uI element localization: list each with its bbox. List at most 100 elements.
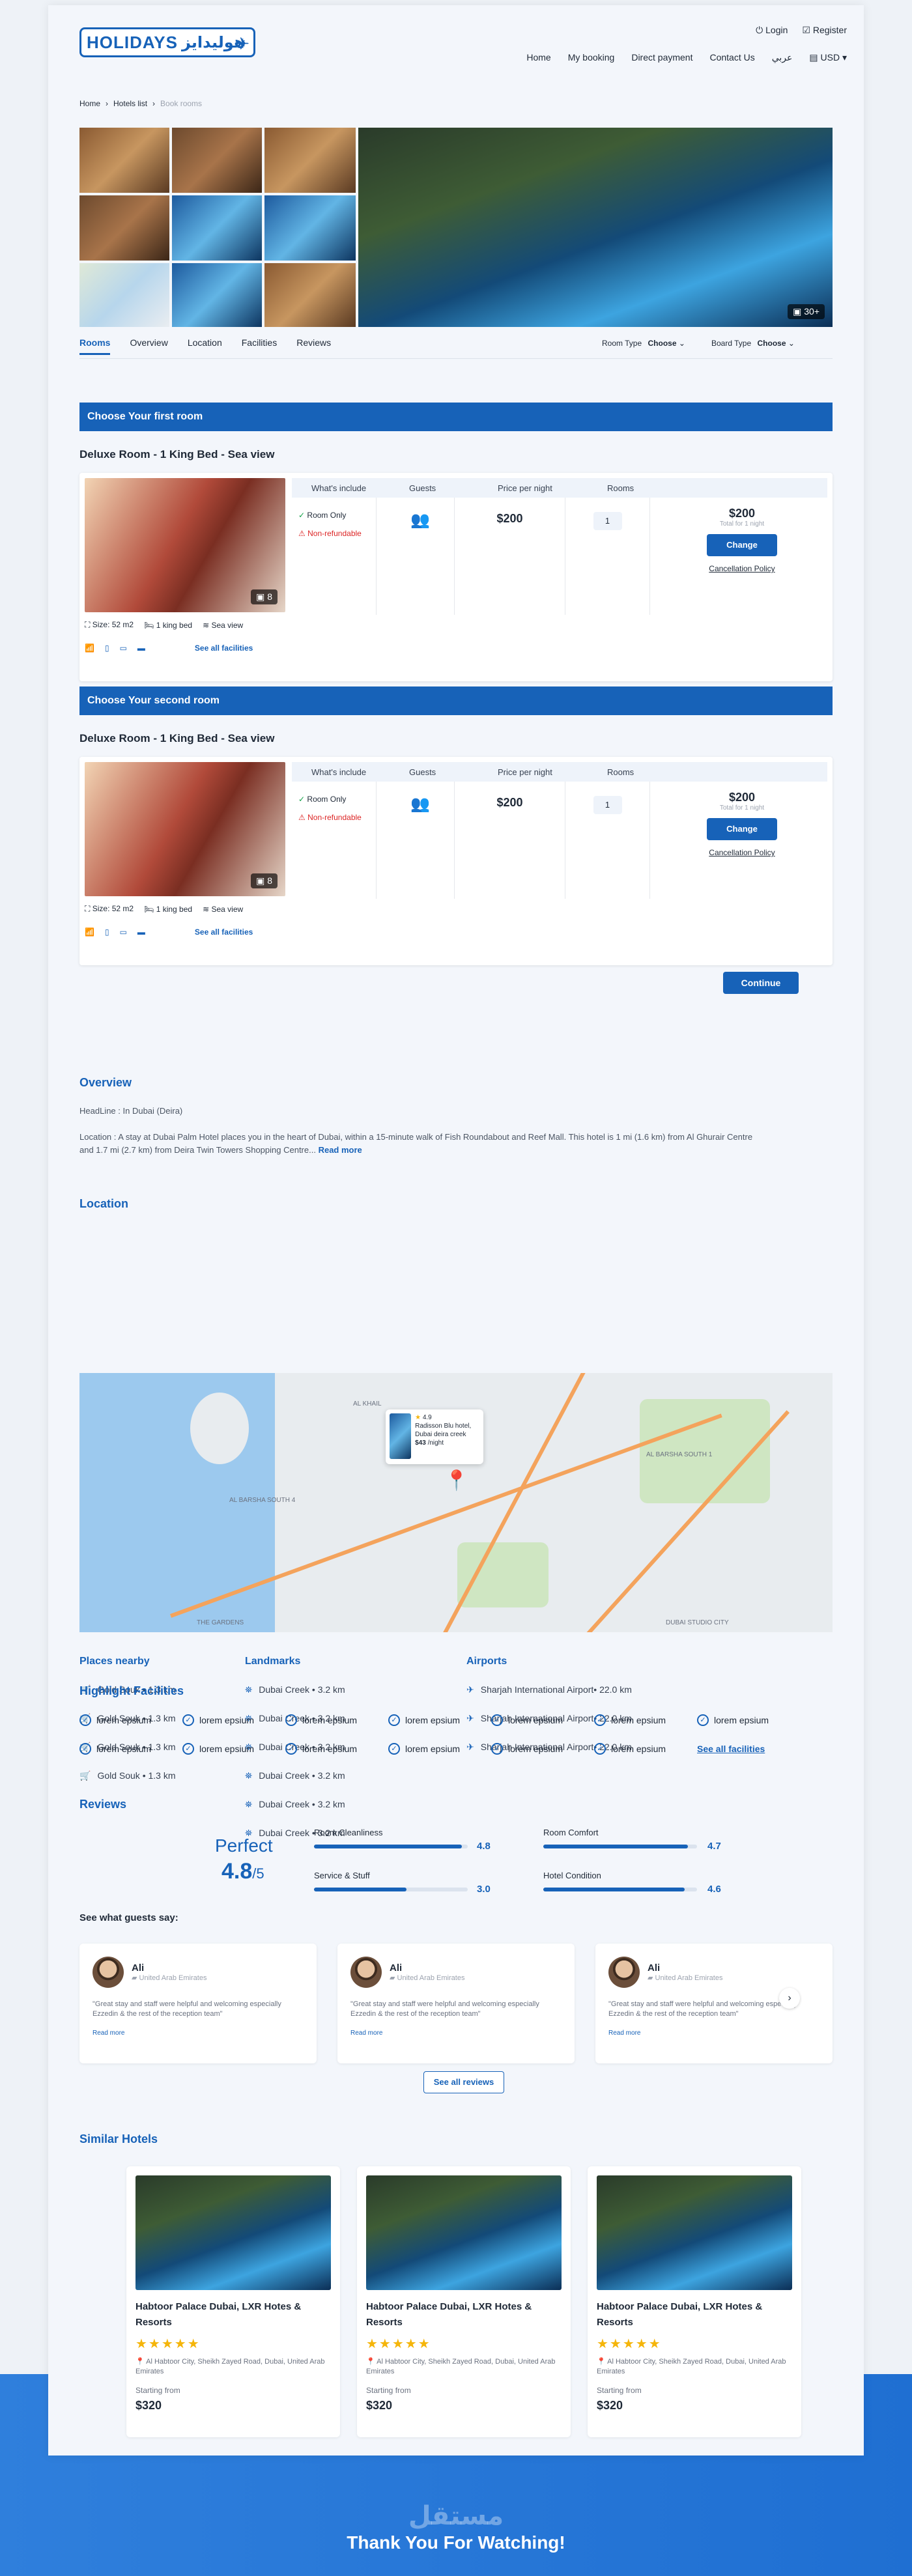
cancellation-policy-link[interactable]: Cancellation Policy [657, 564, 827, 573]
gallery-main-photo[interactable]: ▣ 30+ [358, 128, 833, 327]
login-link[interactable]: ⏻ Login [756, 25, 788, 36]
continue-button[interactable]: Continue [723, 972, 799, 994]
wifi-icon: 📶 [85, 927, 94, 937]
photo-count-badge[interactable]: ▣ 8 [251, 589, 278, 604]
tab-reviews[interactable]: Reviews [296, 337, 331, 355]
gallery-thumb[interactable] [264, 195, 356, 261]
carousel-next-button[interactable]: › [779, 1988, 800, 2009]
check-icon: ✓ [298, 511, 306, 520]
nav-contact[interactable]: Contact Us [709, 52, 754, 63]
gallery-thumb[interactable] [264, 128, 356, 193]
see-all-facilities-link[interactable]: See all facilities [195, 644, 253, 653]
map-pin-icon[interactable]: 📍 [444, 1469, 468, 1492]
gallery-thumb[interactable] [172, 263, 262, 327]
room-price: $200 [496, 512, 523, 525]
room-amenity-icons: 📶 ▯ ▭ ▬ See all facilities [85, 927, 253, 937]
breadcrumb-hotels[interactable]: Hotels list [113, 99, 147, 108]
location-pin-icon: 📍 [135, 2358, 145, 2366]
tab-overview[interactable]: Overview [130, 337, 167, 355]
read-more-link[interactable]: Read more [93, 2030, 304, 2037]
star-rating-icons: ★★★★★ [366, 2337, 431, 2351]
guests-cell: 👥 [377, 498, 455, 615]
logo[interactable]: HOLIDAYS هوليدايز ✈ [79, 27, 255, 57]
register-link[interactable]: ☑ Register [802, 25, 847, 36]
room-photo[interactable]: ▣ 8 [85, 762, 285, 896]
chevron-right-icon: › [106, 99, 109, 108]
rating-bar [543, 1888, 697, 1891]
rooms-qty-select[interactable]: 1 [593, 512, 622, 530]
change-button[interactable]: Change [707, 534, 777, 556]
room-features: ⛶ Size: 52 m2 🛏 1 king bed ≋ Sea view [85, 904, 244, 914]
avatar [350, 1957, 382, 1988]
room-photo[interactable]: ▣ 8 [85, 478, 285, 612]
breadcrumb-home[interactable]: Home [79, 99, 100, 108]
photo-count-badge[interactable]: ▣ 30+ [788, 304, 825, 319]
landmark-icon: ⛯ [245, 1684, 253, 1695]
map-hotel-popup[interactable]: ★ 4.9 Radisson Blu hotel, Dubai deira cr… [386, 1409, 483, 1464]
gallery-thumb[interactable] [79, 195, 169, 261]
page-tabs: Rooms Overview Location Facilities Revie… [79, 337, 331, 355]
gallery-thumb[interactable] [172, 195, 262, 261]
rooms-qty-cell: 1 [565, 782, 650, 899]
price-cell: $200 [455, 782, 565, 899]
see-all-reviews-button[interactable]: See all reviews [423, 2071, 504, 2093]
see-all-facilities-link[interactable]: See all facilities [195, 927, 253, 937]
check-circle-icon: ✓ [388, 1714, 400, 1726]
landmark-icon: ⛯ [245, 1770, 253, 1781]
currency-select[interactable]: ▤ USD ▾ [809, 52, 847, 63]
read-more-link[interactable]: Read more [350, 2030, 562, 2037]
gallery-thumb[interactable] [172, 128, 262, 193]
overview-text: Location : A stay at Dubai Palm Hotel pl… [79, 1132, 753, 1155]
nav-my-booking[interactable]: My booking [568, 52, 615, 63]
hotel-card[interactable]: Habtoor Palace Dubai, LXR Hotes & Resort… [588, 2166, 801, 2437]
images-icon: ▣ [256, 875, 268, 886]
total-cell: $200 Total for 1 night Change Cancellati… [657, 791, 827, 857]
photo-count-badge[interactable]: ▣ 8 [251, 873, 278, 888]
hotel-card[interactable]: Habtoor Palace Dubai, LXR Hotes & Resort… [126, 2166, 340, 2437]
room-section-header: Choose Your second room [79, 686, 833, 715]
tab-location[interactable]: Location [188, 337, 222, 355]
hotel-card[interactable]: Habtoor Palace Dubai, LXR Hotes & Resort… [357, 2166, 571, 2437]
nav-direct-payment[interactable]: Direct payment [631, 52, 692, 63]
board-type-filter[interactable]: Board Type Choose ⌄ [711, 339, 795, 348]
rating-score: 4.8/5 [221, 1859, 264, 1884]
nav-home[interactable]: Home [526, 52, 550, 63]
review-card: Ali ▰ United Arab Emirates "Great stay a… [337, 1944, 575, 2063]
tab-rooms[interactable]: Rooms [79, 337, 111, 355]
gallery-thumb[interactable] [264, 263, 356, 327]
facilities-title: Highlight Facilities [79, 1684, 184, 1697]
size-icon: ⛶ [85, 620, 93, 629]
bed-icon: 🛏 [144, 904, 156, 914]
change-button[interactable]: Change [707, 818, 777, 840]
gallery-thumb-map[interactable] [79, 263, 169, 327]
room-type-filter[interactable]: Room Type Choose ⌄ [602, 339, 685, 348]
hotel-photo [135, 2175, 331, 2290]
read-more-link[interactable]: Read more [608, 2030, 819, 2037]
total-price: $200 [728, 507, 756, 520]
overview-title: Overview [79, 1076, 132, 1089]
nav-arabic[interactable]: عربي [772, 52, 793, 63]
location-map[interactable]: AL BARSHA SOUTH 1 AL KHAIL AL BARSHA SOU… [79, 1373, 833, 1632]
tab-facilities[interactable]: Facilities [242, 337, 277, 355]
total-cell: $200 Total for 1 night Change Cancellati… [657, 507, 827, 573]
size-icon: ⛶ [85, 904, 93, 913]
includes-cell: ✓ Room Only ⚠ Non-refundable [292, 782, 377, 899]
price-cell: $200 [455, 498, 565, 615]
review-card: Ali ▰ United Arab Emirates "Great stay a… [79, 1944, 317, 2063]
check-circle-icon: ✓ [182, 1714, 194, 1726]
phone-icon: ▯ [104, 927, 109, 937]
chevron-down-icon: ⌄ [678, 339, 685, 348]
rooms-qty-select[interactable]: 1 [593, 796, 622, 814]
chevron-right-icon: › [152, 99, 156, 108]
bed-icon: 🛏 [144, 620, 156, 630]
read-more-link[interactable]: Read more [319, 1145, 362, 1155]
star-rating-icons: ★★★★★ [135, 2337, 201, 2351]
warning-icon: ⚠ [298, 529, 306, 538]
gallery-thumb[interactable] [79, 128, 169, 193]
guests-cell: 👥 [377, 782, 455, 899]
see-all-facilities-link[interactable]: See all facilities [697, 1744, 765, 1754]
room-title: Deluxe Room - 1 King Bed - Sea view [79, 448, 275, 460]
map-island [190, 1393, 249, 1464]
chevron-down-icon: ⌄ [788, 339, 795, 348]
cancellation-policy-link[interactable]: Cancellation Policy [657, 848, 827, 857]
